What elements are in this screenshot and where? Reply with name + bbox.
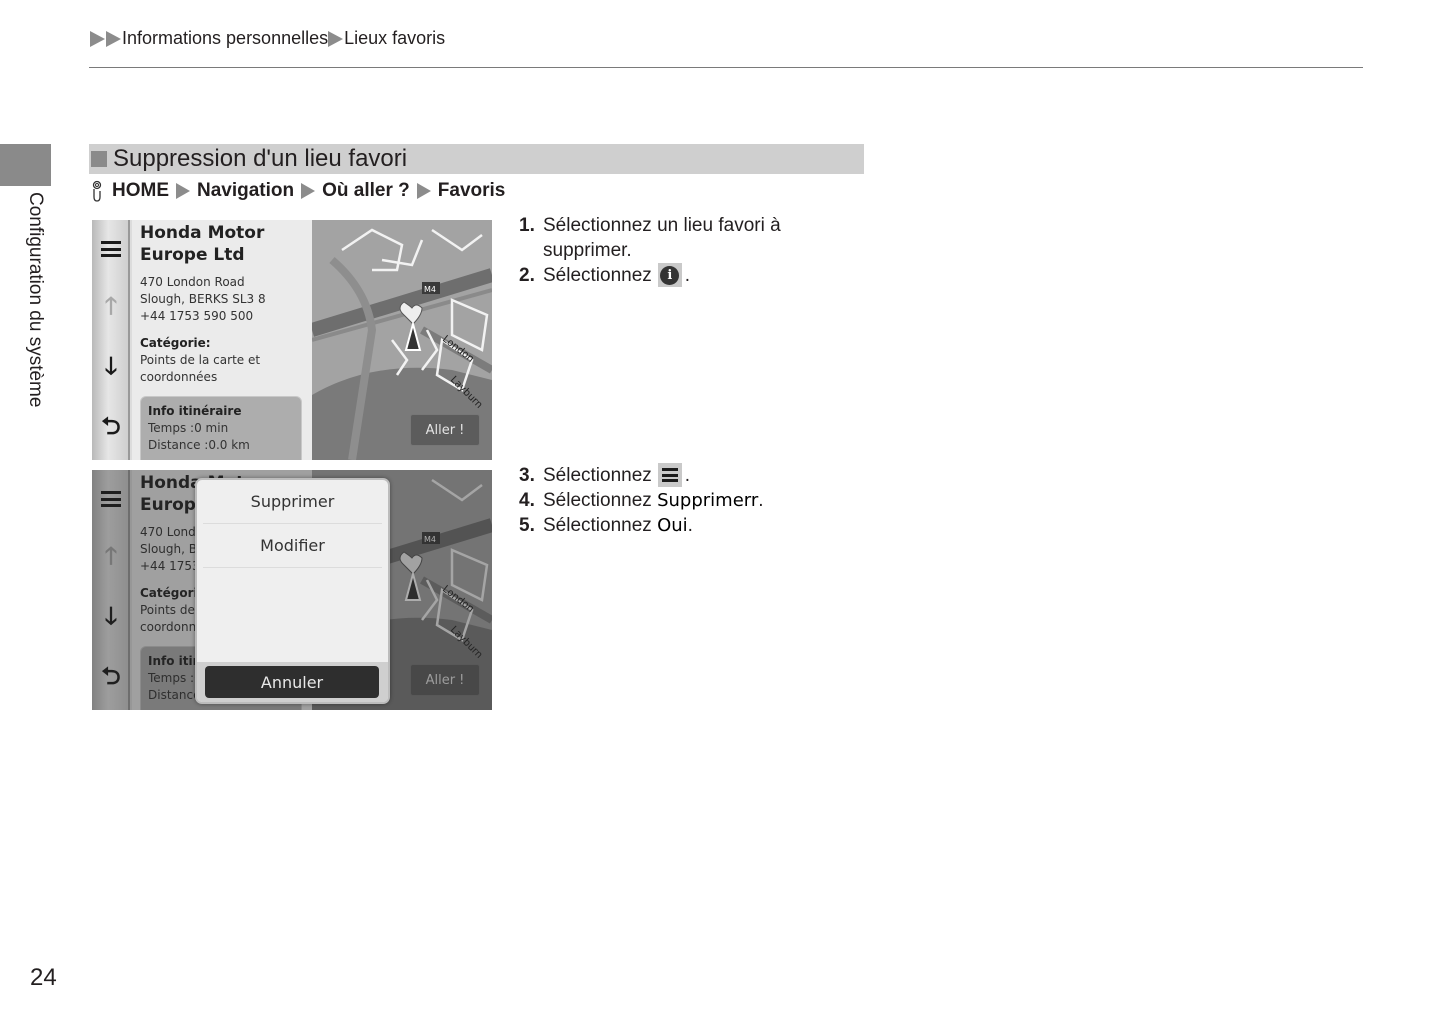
arrow-down-icon[interactable]: 🡓 [96, 353, 126, 384]
go-button[interactable]: Aller ! [410, 414, 480, 446]
breadcrumb-item: Lieux favoris [344, 28, 446, 48]
triangle-icon [176, 183, 190, 199]
back-icon[interactable]: ⮌ [96, 413, 126, 444]
edit-option[interactable]: Modifier [203, 524, 382, 568]
section-heading: Suppression d'un lieu favori [89, 144, 864, 174]
delete-option[interactable]: Supprimer [203, 480, 382, 524]
voice-command-icon [92, 180, 102, 202]
step-item: 1. Sélectionnez un lieu favori à supprim… [519, 215, 781, 261]
step-item: 4. Sélectionnez Supprimerr. [519, 490, 764, 511]
route-info-box: Info itinéraire Temps :0 min Distance :0… [140, 396, 302, 460]
section-title: Suppression d'un lieu favori [113, 145, 408, 172]
poi-address: 470 London Road Slough, BERKS SL3 8 +44 … [140, 275, 266, 323]
triangle-icon [416, 183, 431, 199]
header-divider [89, 67, 1363, 68]
category-label: Catégorie: [140, 336, 211, 350]
menu-icon [657, 463, 682, 487]
step-item: 5. Sélectionnez Oui. [519, 515, 693, 536]
info-icon: i [657, 263, 682, 287]
poi-info-panel: Honda Motor Europe Ltd 470 London Road S… [132, 220, 312, 460]
nav-screenshot-menu: 🡑 🡓 ⮌ Honda Motor Europe Ltd 470 London … [92, 470, 492, 710]
breadcrumb-item: Informations personnelles [122, 28, 329, 48]
arrow-up-icon[interactable]: 🡑 [96, 293, 126, 324]
popup-footer: Annuler [197, 662, 388, 702]
poi-name: Honda Motor Europe Ltd [140, 223, 265, 265]
menu-path: HOME Navigation Où aller ? Favoris [90, 180, 505, 202]
path-item: Favoris [437, 180, 506, 201]
triangle-icon [90, 30, 105, 47]
chapter-tab [0, 144, 51, 186]
motorway-label: M4 [424, 285, 436, 294]
step-item: 2. Sélectionnez i . [519, 263, 691, 287]
breadcrumb: Informations personnelles Lieux favoris [90, 28, 445, 49]
nav-sidebar: 🡑 🡓 ⮌ [92, 220, 130, 460]
triangle-icon [328, 30, 344, 47]
instruction-steps: 1. Sélectionnez un lieu favori à supprim… [519, 213, 793, 288]
path-item: Navigation [197, 180, 295, 201]
cancel-button[interactable]: Annuler [205, 666, 379, 698]
path-item: HOME [112, 180, 169, 201]
step-item: 3. Sélectionnez . [519, 463, 691, 487]
category-value: Points de la carte et coordonnées [140, 353, 261, 384]
instruction-steps: 3. Sélectionnez . 4. Sélectionnez Suppri… [519, 463, 764, 538]
page-number: 24 [30, 964, 57, 991]
nav-screenshot-details: 🡑 🡓 ⮌ Honda Motor Europe Ltd 470 London … [92, 220, 492, 460]
map-view[interactable]: M4 London Layburn Aller ! [312, 220, 492, 460]
menu-icon[interactable] [96, 234, 126, 264]
path-item: Où aller ? [322, 180, 410, 201]
chapter-label: Configuration du système [25, 192, 46, 408]
triangle-icon [106, 30, 121, 47]
square-bullet-icon [91, 151, 107, 167]
triangle-icon [301, 183, 316, 199]
options-popup: Supprimer Modifier Annuler [195, 478, 390, 704]
